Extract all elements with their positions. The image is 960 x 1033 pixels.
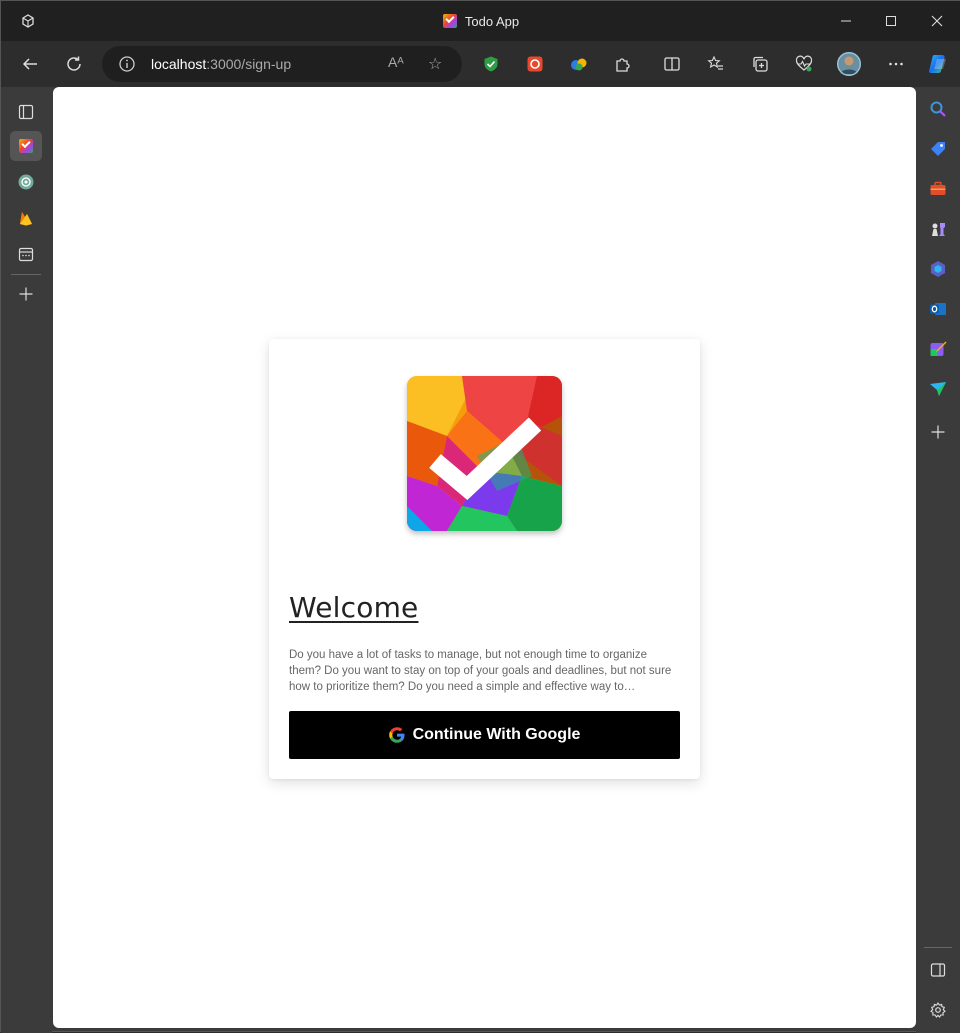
title-bar: Todo App [1,1,960,41]
welcome-heading: Welcome [289,591,419,624]
close-button[interactable] [914,1,960,41]
toolbox-icon [930,181,946,195]
settings-icon [930,1002,946,1018]
sidebar-tools-button[interactable] [926,177,950,201]
tab-actions-button[interactable] [10,97,42,127]
extensions-button[interactable] [606,47,640,81]
extension-record[interactable] [518,47,552,81]
chess-icon [932,223,945,236]
calendar-icon [18,247,34,262]
tab-calendar[interactable] [10,239,42,269]
extension-colorful[interactable] [562,47,596,81]
info-icon[interactable] [118,55,136,73]
settings-more-button[interactable] [879,47,913,81]
url-host: localhost [151,56,207,72]
collections-icon [753,56,768,72]
browser-toolbar: localhost:3000/sign-up Aᴬ ☆ [1,41,960,87]
shield-check-icon [484,56,498,72]
maximize-button[interactable] [868,1,914,41]
sidebar-games-button[interactable] [926,217,950,241]
browser-window: Todo App localhost:3000/sign-up Aᴬ ☆ Wel… [0,0,960,1033]
todo-app-tab-icon [19,139,33,153]
minimize-button[interactable] [823,1,869,41]
sidebar-copilot-button[interactable] [926,257,950,281]
hide-sidebar-button[interactable] [926,958,950,982]
google-button-label: Continue With Google [412,726,581,743]
send-icon [930,382,946,396]
minimize-icon [841,20,851,22]
window-title: Todo App [1,1,960,41]
continue-with-google-button[interactable]: Continue With Google [289,711,680,759]
designer-icon [930,341,947,356]
new-tab-button[interactable] [10,279,42,309]
url-path: :3000/sign-up [206,56,292,72]
todo-app-favicon-icon [442,14,457,28]
collections-button[interactable] [743,47,777,81]
sidebar-shopping-button[interactable] [926,137,950,161]
tab-firebase[interactable] [10,203,42,233]
record-icon [527,56,543,72]
add-icon [19,287,33,301]
color-picker-icon [571,58,587,71]
window-title-text: Todo App [464,13,520,29]
tab-todo-app[interactable] [10,131,42,161]
shopping-tag-icon [931,142,945,156]
tab-chatgpt[interactable] [10,167,42,197]
page-viewport: Welcome Do you have a lot of tasks to ma… [53,87,916,1028]
read-aloud-icon[interactable]: Aᴬ [388,54,404,70]
profile-button[interactable] [832,47,866,81]
more-icon [889,62,903,66]
puzzle-icon [616,58,630,72]
avatar [837,52,861,76]
google-icon [388,727,405,743]
close-icon [931,15,943,27]
copilot-hexagon-icon [931,261,945,277]
extension-shield[interactable] [474,47,508,81]
search-icon [930,101,946,117]
url-text[interactable]: localhost:3000/sign-up [151,56,291,72]
chatgpt-icon [18,174,34,190]
sidebar-divider [924,947,952,948]
favorites-list-icon [707,55,723,70]
favorite-star-icon[interactable]: ☆ [428,54,442,74]
sidebar-toggle-icon [930,963,946,977]
copilot-button[interactable] [921,47,955,81]
sign-up-card: Welcome Do you have a lot of tasks to ma… [269,339,700,779]
tabs-icon [18,104,34,120]
sidebar-designer-button[interactable] [926,337,950,361]
todo-app-logo [407,376,562,531]
back-button[interactable] [13,47,47,81]
vertical-tab-bar [1,87,52,1033]
add-icon [931,425,945,439]
copilot-icon [929,55,946,73]
firebase-icon [20,212,32,226]
welcome-description: Do you have a lot of tasks to manage, bu… [289,649,672,693]
split-screen-icon [664,57,680,71]
sidebar-divider [11,274,41,275]
edge-sidebar [916,87,960,1033]
heartbeat-icon [795,55,813,72]
address-bar[interactable]: localhost:3000/sign-up Aᴬ ☆ [102,46,462,82]
split-screen-button[interactable] [655,47,689,81]
sidebar-send-button[interactable] [926,377,950,401]
sidebar-search-button[interactable] [926,97,950,121]
favorites-button[interactable] [699,47,733,81]
refresh-icon [67,56,81,71]
maximize-icon [886,16,896,26]
sidebar-add-button[interactable] [926,420,950,444]
back-arrow-icon [22,58,37,70]
outlook-icon [930,303,946,315]
browser-essentials-button[interactable] [787,47,821,81]
sidebar-outlook-button[interactable] [926,297,950,321]
refresh-button[interactable] [57,47,91,81]
sidebar-settings-button[interactable] [926,998,950,1022]
